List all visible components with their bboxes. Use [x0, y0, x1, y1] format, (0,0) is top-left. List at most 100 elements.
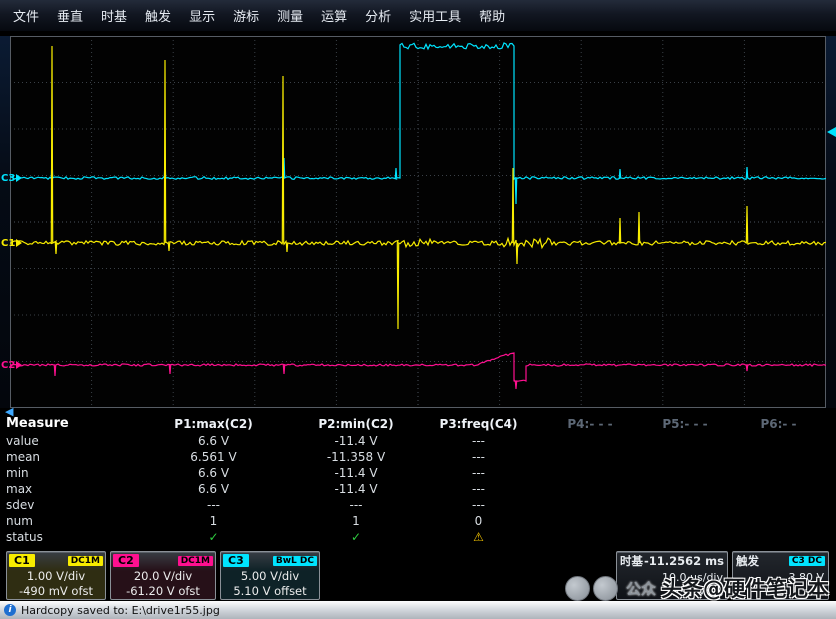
- trigger-level-marker[interactable]: [827, 127, 836, 137]
- measure-cell-value-p6: [731, 433, 826, 449]
- measure-column-p5[interactable]: P5:- - -: [639, 415, 731, 433]
- waveform-trace-c2: [10, 353, 826, 389]
- watermark-badge-icon: [565, 576, 590, 601]
- measure-cell-mean-p6: [731, 449, 826, 465]
- measure-cell-mean-p1: 6.561 V: [131, 449, 296, 465]
- measure-cell-num-p5: [639, 513, 731, 529]
- channel-descriptor-c1[interactable]: C1DC1M1.00 V/div-490 mV ofst: [6, 551, 106, 600]
- menu-item-7[interactable]: 测量: [268, 2, 312, 29]
- measure-cell-status-p5: [639, 529, 731, 545]
- oscilloscope-screen: 文件垂直时基触发显示游标测量运算分析实用工具帮助 ◀ MeasureP1:max…: [0, 0, 836, 619]
- channel-offset-marker-c3[interactable]: C3: [1, 171, 22, 185]
- status-warning-icon: ⚠: [416, 529, 541, 545]
- channel-label-chip-c1: C1: [9, 554, 35, 567]
- right-arrow-icon: [16, 174, 22, 182]
- channel-descriptor-c2[interactable]: C2DC1M20.0 V/div-61.20 V ofst: [110, 551, 216, 600]
- measure-column-p3[interactable]: P3:freq(C4): [416, 415, 541, 433]
- measure-row-label-min: min: [6, 465, 131, 481]
- measure-cell-sdev-p5: [639, 497, 731, 513]
- measure-cell-sdev-p1: ---: [131, 497, 296, 513]
- coupling-chip: BwL DC: [273, 556, 317, 566]
- measure-table: MeasureP1:max(C2)P2:min(C2)P3:freq(C4)P4…: [6, 415, 830, 545]
- measure-row-label-num: num: [6, 513, 131, 529]
- measure-cell-max-p6: [731, 481, 826, 497]
- measure-cell-num-p6: [731, 513, 826, 529]
- measure-cell-num-p1: 1: [131, 513, 296, 529]
- measure-cell-num-p2: 1: [296, 513, 416, 529]
- measure-cell-min-p5: [639, 465, 731, 481]
- measure-cell-sdev-p3: ---: [416, 497, 541, 513]
- measure-cell-sdev-p6: [731, 497, 826, 513]
- measure-cell-value-p5: [639, 433, 731, 449]
- measure-row-label-sdev: sdev: [6, 497, 131, 513]
- measure-column-p2[interactable]: P2:min(C2): [296, 415, 416, 433]
- menu-item-3[interactable]: 时基: [92, 2, 136, 29]
- channel-offset-marker-c2[interactable]: C2: [1, 358, 22, 372]
- measure-cell-mean-p3: ---: [416, 449, 541, 465]
- channel-marker-label: C2: [1, 360, 15, 371]
- measure-cell-value-p2: -11.4 V: [296, 433, 416, 449]
- timebase-value: -11.2562 ms: [644, 554, 724, 568]
- menu-item-6[interactable]: 游标: [224, 2, 268, 29]
- volts-per-div: 5.00 V/div: [221, 569, 319, 584]
- measure-cell-sdev-p4: [541, 497, 639, 513]
- channel-descriptor-c3[interactable]: C3 BwL DC 5.00 V/div5.10 V offset: [220, 551, 320, 600]
- measure-cell-max-p3: ---: [416, 481, 541, 497]
- waveform-display: [10, 36, 826, 408]
- menu-item-2[interactable]: 垂直: [48, 2, 92, 29]
- waveform-trace-c3: [10, 43, 826, 204]
- menu-bar: 文件垂直时基触发显示游标测量运算分析实用工具帮助: [0, 0, 836, 32]
- measure-cell-value-p4: [541, 433, 639, 449]
- status-message: Hardcopy saved to: E:\drive1r55.jpg: [21, 604, 220, 617]
- watermark-prefix: 公众: [626, 578, 656, 599]
- left-arrow-icon: [827, 127, 836, 137]
- measure-row-label-value: value: [6, 433, 131, 449]
- menu-item-9[interactable]: 分析: [356, 2, 400, 29]
- measure-cell-min-p6: [731, 465, 826, 481]
- measure-cell-max-p1: 6.6 V: [131, 481, 296, 497]
- measure-cell-min-p4: [541, 465, 639, 481]
- watermark: 公众 头条@硬件笔记本: [565, 573, 829, 603]
- measure-cell-sdev-p2: ---: [296, 497, 416, 513]
- measure-cell-mean-p2: -11.358 V: [296, 449, 416, 465]
- measure-cell-value-p1: 6.6 V: [131, 433, 296, 449]
- channel-label-chip-c3: C3: [223, 554, 249, 567]
- measure-cell-status-p4: [541, 529, 639, 545]
- measure-cell-value-p3: ---: [416, 433, 541, 449]
- status-bar: i Hardcopy saved to: E:\drive1r55.jpg: [0, 601, 836, 619]
- measure-column-p6[interactable]: P6:- -: [731, 415, 826, 433]
- measure-cell-num-p3: 0: [416, 513, 541, 529]
- menu-item-8[interactable]: 运算: [312, 2, 356, 29]
- status-ok-icon: ✓: [296, 529, 416, 545]
- menu-item-11[interactable]: 帮助: [470, 2, 514, 29]
- scroll-left-icon[interactable]: ◀: [5, 405, 13, 418]
- channel-offset-marker-c1[interactable]: C1: [1, 236, 22, 250]
- measure-column-p4[interactable]: P4:- - -: [541, 415, 639, 433]
- right-arrow-icon: [16, 239, 22, 247]
- info-icon: i: [4, 604, 16, 616]
- measure-column-p1[interactable]: P1:max(C2): [131, 415, 296, 433]
- menu-item-1[interactable]: 文件: [4, 2, 48, 29]
- measure-row-label-status: status: [6, 529, 131, 545]
- measure-cell-max-p5: [639, 481, 731, 497]
- descriptor-header: C1DC1M: [7, 552, 105, 569]
- measure-title: Measure: [6, 415, 131, 433]
- measure-row-label-max: max: [6, 481, 131, 497]
- status-ok-icon: ✓: [131, 529, 296, 545]
- channel-label-chip-c2: C2: [113, 554, 139, 567]
- right-rail: [826, 36, 836, 408]
- channel-offset: -490 mV ofst: [7, 584, 105, 599]
- timebase-label: 时基: [620, 553, 643, 569]
- volts-per-div: 20.0 V/div: [111, 569, 215, 584]
- watermark-badge-icon: [593, 576, 618, 601]
- watermark-text: 头条@硬件笔记本: [661, 573, 829, 603]
- menu-item-4[interactable]: 触发: [136, 2, 180, 29]
- measure-cell-min-p3: ---: [416, 465, 541, 481]
- menu-item-5[interactable]: 显示: [180, 2, 224, 29]
- coupling-chip: DC1M: [178, 556, 213, 566]
- menu-item-10[interactable]: 实用工具: [400, 2, 470, 29]
- channel-marker-label: C3: [1, 173, 15, 184]
- volts-per-div: 1.00 V/div: [7, 569, 105, 584]
- right-arrow-icon: [16, 361, 22, 369]
- channel-offset: 5.10 V offset: [221, 584, 319, 599]
